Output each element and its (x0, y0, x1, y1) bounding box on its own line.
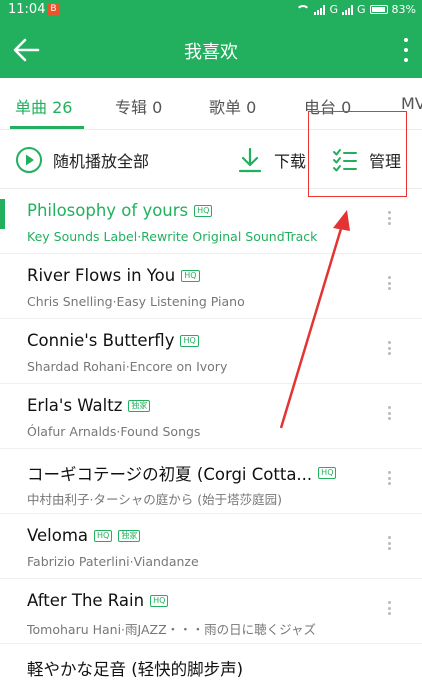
song-title: River Flows in You HQ (27, 266, 200, 285)
song-row[interactable]: Erla's Waltz 独家 Ólafur Arnalds·Found Son… (0, 384, 422, 449)
signal-label-2: G (357, 3, 366, 16)
song-title: Connie's Butterfly HQ (27, 331, 199, 350)
hq-badge: HQ (180, 334, 199, 347)
song-title: 軽やかな足音 (轻快的脚步声) (27, 660, 244, 679)
song-subtitle: Ólafur Arnalds·Found Songs (27, 424, 201, 439)
song-list: Philosophy of yours HQ Key Sounds Label·… (0, 189, 422, 695)
play-circle-icon (16, 147, 42, 173)
song-title: Philosophy of yours HQ (27, 201, 213, 220)
song-subtitle: Fabrizio Paterlini·Viandanze (27, 554, 199, 569)
shuffle-all-button[interactable]: 随机播放全部 (15, 131, 149, 189)
app-bar: 我喜欢 (0, 22, 422, 78)
hq-badge: HQ (94, 529, 113, 542)
song-subtitle: Key Sounds Label·Rewrite Original SoundT… (27, 229, 318, 244)
status-time: 11:04 (8, 2, 46, 17)
tab-songs[interactable]: 单曲 26 (15, 94, 72, 118)
shuffle-all-label: 随机播放全部 (53, 152, 150, 171)
song-menu-icon[interactable] (388, 341, 392, 355)
song-title: Erla's Waltz 独家 (27, 396, 151, 415)
battery-icon (369, 5, 388, 14)
exclusive-badge: 独家 (118, 529, 141, 542)
song-title: コーギコテージの初夏 (Corgi Cotta... HQ (27, 461, 337, 485)
song-row[interactable]: Veloma HQ 独家 Fabrizio Paterlini·Viandanz… (0, 514, 422, 579)
tab-albums[interactable]: 专辑 0 (115, 94, 162, 118)
page-title: 我喜欢 (184, 42, 238, 63)
hq-badge: HQ (181, 269, 200, 282)
song-row[interactable]: コーギコテージの初夏 (Corgi Cotta... HQ 中村由利子·ターシャ… (0, 449, 422, 514)
status-bar: 11:04 B G G 83% (0, 0, 422, 22)
notification-icon: B (47, 3, 60, 16)
hq-badge: HQ (194, 204, 213, 217)
song-row[interactable]: 軽やかな足音 (轻快的脚步声) (0, 644, 422, 695)
download-icon (238, 147, 262, 173)
active-tab-indicator (10, 126, 84, 129)
download-label: 下载 (274, 152, 307, 171)
song-row[interactable]: Connie's Butterfly HQ Shardad Rohani·Enc… (0, 319, 422, 384)
song-menu-icon[interactable] (388, 211, 392, 225)
status-right: G G 83% (296, 3, 416, 16)
annotation-highlight-box (308, 111, 407, 197)
song-menu-icon[interactable] (388, 406, 392, 420)
song-row[interactable]: River Flows in You HQ Chris Snelling·Eas… (0, 254, 422, 319)
battery-percent: 83% (391, 3, 416, 16)
song-row[interactable]: After The Rain HQ Tomoharu Hani·雨JAZZ・・・… (0, 579, 422, 644)
signal-label: G (329, 3, 339, 16)
song-title: After The Rain HQ (27, 591, 169, 610)
song-menu-icon[interactable] (388, 471, 392, 485)
download-button[interactable]: 下载 (236, 131, 306, 189)
hq-badge: HQ (318, 467, 337, 479)
song-subtitle: Shardad Rohani·Encore on Ivory (27, 359, 228, 374)
song-menu-icon[interactable] (388, 536, 392, 550)
song-row[interactable]: Philosophy of yours HQ Key Sounds Label·… (0, 189, 422, 254)
now-playing-indicator (0, 199, 5, 229)
more-vertical-icon[interactable] (402, 38, 410, 62)
song-subtitle: 中村由利子·ターシャの庭から (始于塔莎庭园) (27, 492, 282, 507)
tab-playlists[interactable]: 歌单 0 (209, 94, 256, 118)
song-subtitle: Tomoharu Hani·雨JAZZ・・・雨の日に聴くジャズ (27, 622, 317, 637)
hq-badge: HQ (150, 594, 169, 607)
signal-icon (314, 4, 326, 15)
wifi-icon (296, 4, 311, 15)
exclusive-badge: 独家 (128, 399, 151, 412)
song-menu-icon[interactable] (388, 601, 392, 615)
song-title: Veloma HQ 独家 (27, 526, 141, 545)
song-menu-icon[interactable] (388, 276, 392, 290)
signal-icon-2 (342, 4, 354, 15)
song-subtitle: Chris Snelling·Easy Listening Piano (27, 294, 245, 309)
